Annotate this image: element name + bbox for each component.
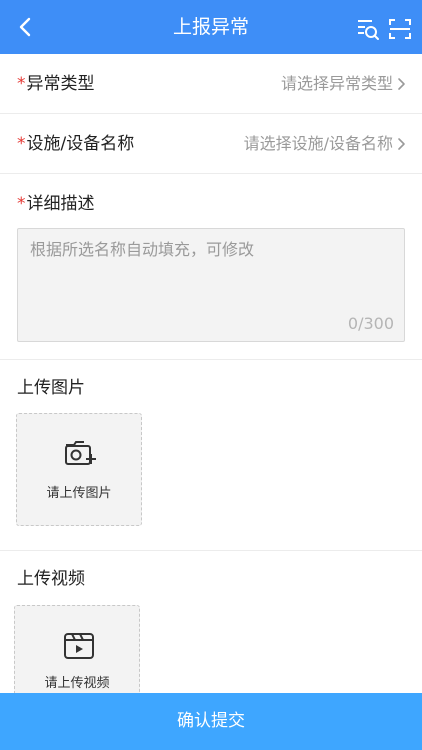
description-textarea[interactable]: 根据所选名称自动填充，可修改 <box>17 228 405 342</box>
required-mark: * <box>17 134 26 154</box>
image-upload-section: 上传图片 请上传图片 <box>0 360 422 551</box>
chevron-right-icon <box>398 78 405 90</box>
upload-video-button[interactable]: 请上传视频 <box>14 605 140 705</box>
facility-name-label: *设施/设备名称 <box>17 134 135 154</box>
anomaly-type-row[interactable]: *异常类型 请选择异常类型 <box>0 54 422 114</box>
anomaly-type-label: *异常类型 <box>17 74 95 94</box>
search-list-icon[interactable] <box>356 17 380 41</box>
required-mark: * <box>17 194 26 214</box>
upload-image-button[interactable]: 请上传图片 <box>16 413 142 526</box>
char-counter: 0/300 <box>347 314 394 333</box>
image-upload-label: 上传图片 <box>17 378 85 398</box>
description-label: *详细描述 <box>17 194 95 214</box>
add-photo-icon <box>65 441 96 465</box>
video-upload-label: 上传视频 <box>17 569 85 589</box>
scan-icon[interactable] <box>388 17 412 41</box>
upload-image-text: 请上传图片 <box>46 486 112 501</box>
description-section: *详细描述 根据所选名称自动填充，可修改 0/300 <box>0 174 422 360</box>
report-form: *异常类型 请选择异常类型 *设施/设备名称 请选择设施/设备名称 *详细描述 … <box>0 54 422 750</box>
upload-video-text: 请上传视频 <box>44 676 110 691</box>
submit-button[interactable]: 确认提交 <box>0 693 422 750</box>
anomaly-type-picker[interactable]: 请选择异常类型 <box>281 72 406 96</box>
chevron-right-icon <box>398 138 405 150</box>
facility-name-picker[interactable]: 请选择设施/设备名称 <box>244 132 406 156</box>
video-clip-icon <box>64 633 94 659</box>
app-header: 上报异常 <box>0 0 422 54</box>
required-mark: * <box>17 74 26 94</box>
facility-name-row[interactable]: *设施/设备名称 请选择设施/设备名称 <box>0 114 422 174</box>
